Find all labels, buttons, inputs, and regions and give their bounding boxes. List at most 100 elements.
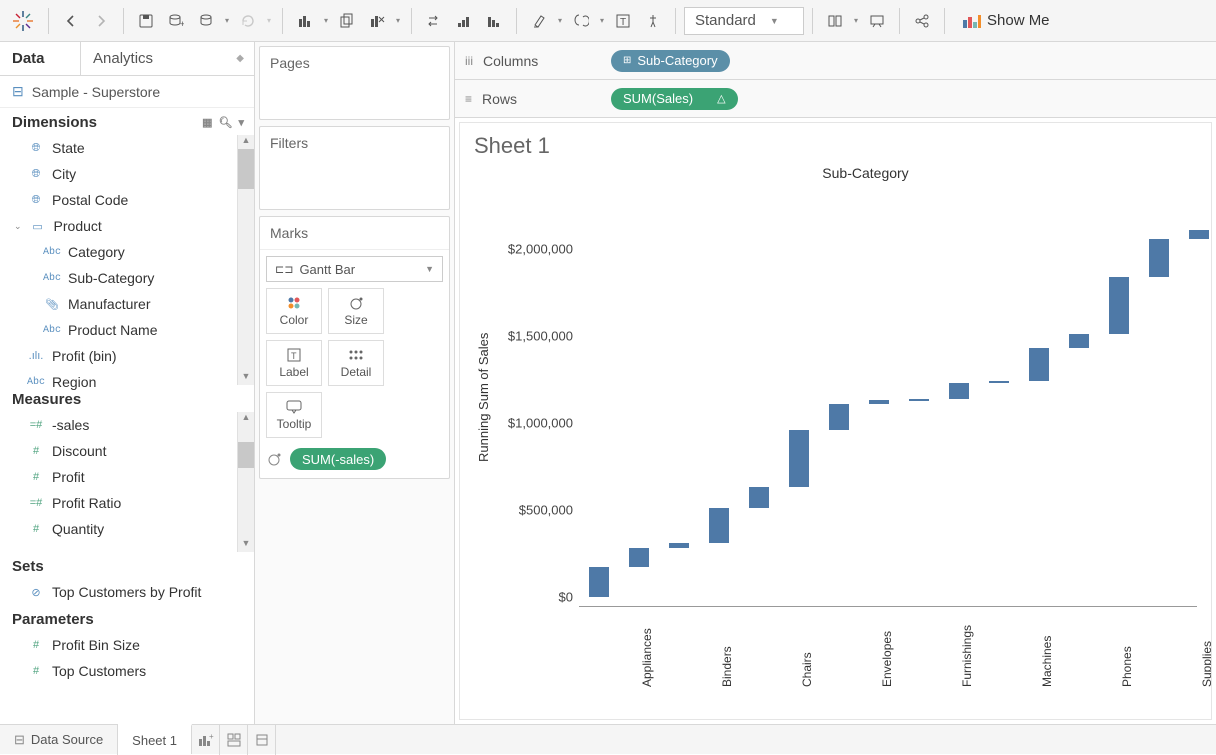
y-tick: $1,000,000	[508, 416, 573, 431]
show-cards-icon[interactable]	[821, 7, 849, 35]
rows-pill[interactable]: SUM(Sales)△	[611, 88, 738, 110]
bar-bookcases[interactable]	[749, 487, 769, 508]
sort-asc-icon[interactable]	[450, 7, 478, 35]
field-item[interactable]: 📎︎Manufacturer	[0, 291, 254, 317]
datasource-tab[interactable]: ⊟Data Source	[0, 725, 118, 755]
dropdown-icon[interactable]: ▾	[597, 7, 607, 35]
bar-labels[interactable]	[989, 381, 1009, 383]
field-item[interactable]: 🌐︎State	[0, 135, 254, 161]
refresh-icon[interactable]	[234, 7, 262, 35]
number-icon: #	[28, 665, 44, 677]
share-icon[interactable]	[908, 7, 936, 35]
fit-dropdown[interactable]: Standard ▼	[684, 7, 804, 35]
clear-sheet-icon[interactable]	[363, 7, 391, 35]
new-datasource-icon[interactable]: +	[162, 7, 190, 35]
scrollbar[interactable]: ▲ ▼	[237, 412, 254, 552]
bar-envelopes[interactable]	[869, 400, 889, 403]
bar-furnishings[interactable]	[949, 383, 969, 399]
bar-paper[interactable]	[1069, 334, 1089, 348]
pages-shelf[interactable]: Pages	[259, 46, 450, 120]
pause-updates-icon[interactable]	[192, 7, 220, 35]
delta-icon: △	[717, 92, 725, 105]
show-me-button[interactable]: Show Me	[957, 12, 1056, 29]
field-item[interactable]: ⊘Top Customers by Profit	[0, 579, 254, 605]
scrollbar[interactable]: ▲ ▼	[237, 135, 254, 385]
new-dashboard-tab[interactable]	[220, 725, 248, 755]
pin-icon[interactable]	[639, 7, 667, 35]
size-button[interactable]: Size	[328, 288, 384, 334]
field-item[interactable]: AbcRegion	[0, 369, 254, 395]
dropdown-icon[interactable]: ▾	[393, 7, 403, 35]
field-item[interactable]: #Profit	[0, 464, 254, 490]
bar-machines[interactable]	[1029, 348, 1049, 381]
data-tab[interactable]: Data	[0, 42, 80, 75]
bar-phones[interactable]	[1109, 277, 1129, 334]
back-icon[interactable]	[57, 7, 85, 35]
bar-accessories[interactable]	[589, 567, 609, 597]
bar-chairs[interactable]	[789, 430, 809, 487]
sort-desc-icon[interactable]	[480, 7, 508, 35]
dropdown-icon[interactable]: ▾	[264, 7, 274, 35]
field-item[interactable]: AbcProduct Name	[0, 317, 254, 343]
duplicate-sheet-icon[interactable]	[333, 7, 361, 35]
bar-supplies[interactable]	[1189, 230, 1209, 239]
detail-button[interactable]: Detail	[328, 340, 384, 386]
field-item[interactable]: AbcCategory	[0, 239, 254, 265]
bar-copiers[interactable]	[829, 404, 849, 430]
columns-shelf[interactable]: iiiColumns ⊞Sub-Category	[455, 42, 1216, 80]
datasource-row[interactable]: ⊟ Sample - Superstore	[0, 76, 254, 108]
view-icon[interactable]: ▦	[202, 116, 212, 129]
new-worksheet-tab[interactable]: +	[192, 725, 220, 755]
svg-text:T: T	[620, 17, 626, 28]
dropdown-icon[interactable]: ▾	[222, 7, 232, 35]
new-story-tab[interactable]	[248, 725, 276, 755]
bar-storage[interactable]	[1149, 239, 1169, 277]
bar-art[interactable]	[669, 543, 689, 548]
swap-icon[interactable]	[420, 7, 448, 35]
rows-shelf[interactable]: ≡Rows SUM(Sales)△	[455, 80, 1216, 118]
tooltip-button[interactable]: Tooltip	[266, 392, 322, 438]
product-folder[interactable]: ⌄ ▭ Product	[0, 213, 254, 239]
field-item[interactable]: =#-sales	[0, 412, 254, 438]
forward-icon[interactable]	[87, 7, 115, 35]
sheet-title[interactable]: Sheet 1	[474, 133, 1197, 159]
number-icon: #	[28, 523, 44, 535]
size-pill[interactable]: SUM(-sales)	[290, 448, 386, 470]
dropdown-icon[interactable]: ▾	[851, 7, 861, 35]
bar-fasteners[interactable]	[909, 399, 929, 401]
field-item[interactable]: #Top Customers	[0, 658, 254, 684]
dropdown-icon[interactable]: ▾	[321, 7, 331, 35]
presentation-icon[interactable]	[863, 7, 891, 35]
mark-type-dropdown[interactable]: ⊏⊐Gantt Bar ▼	[266, 256, 443, 282]
filters-shelf[interactable]: Filters	[259, 126, 450, 210]
field-item[interactable]: AbcSub-Category	[0, 265, 254, 291]
chart-canvas[interactable]: Sheet 1 Sub-Category Running Sum of Sale…	[459, 122, 1212, 720]
analytics-tab[interactable]: Analytics ◆	[80, 42, 254, 75]
search-icon[interactable]: 🔍︎	[219, 116, 233, 129]
menu-icon[interactable]: ▾	[238, 116, 244, 129]
new-worksheet-icon[interactable]	[291, 7, 319, 35]
text-icon[interactable]: T	[609, 7, 637, 35]
field-item[interactable]: #Profit Bin Size	[0, 632, 254, 658]
group-icon[interactable]	[567, 7, 595, 35]
chart-y-title: Running Sum of Sales	[474, 187, 493, 607]
save-icon[interactable]	[132, 7, 160, 35]
columns-pill[interactable]: ⊞Sub-Category	[611, 50, 730, 72]
field-item[interactable]: 🌐︎Postal Code	[0, 187, 254, 213]
field-item[interactable]: #Discount	[0, 438, 254, 464]
field-item[interactable]: .ılı.Profit (bin)	[0, 343, 254, 369]
tooltip-icon	[286, 399, 302, 415]
x-label: Envelopes	[880, 631, 894, 687]
sheet-tab[interactable]: Sheet 1	[118, 724, 192, 754]
color-button[interactable]: Color	[266, 288, 322, 334]
dropdown-icon[interactable]: ▾	[555, 7, 565, 35]
field-item[interactable]: #Quantity	[0, 516, 254, 542]
calc-icon: =#	[28, 419, 44, 431]
label-button[interactable]: TLabel	[266, 340, 322, 386]
highlight-icon[interactable]	[525, 7, 553, 35]
bar-appliances[interactable]	[629, 548, 649, 567]
field-item[interactable]: 🌐︎City	[0, 161, 254, 187]
bar-binders[interactable]	[709, 508, 729, 543]
marks-card: Marks ⊏⊐Gantt Bar ▼ Color Size TLabel De…	[259, 216, 450, 479]
field-item[interactable]: =#Profit Ratio	[0, 490, 254, 516]
